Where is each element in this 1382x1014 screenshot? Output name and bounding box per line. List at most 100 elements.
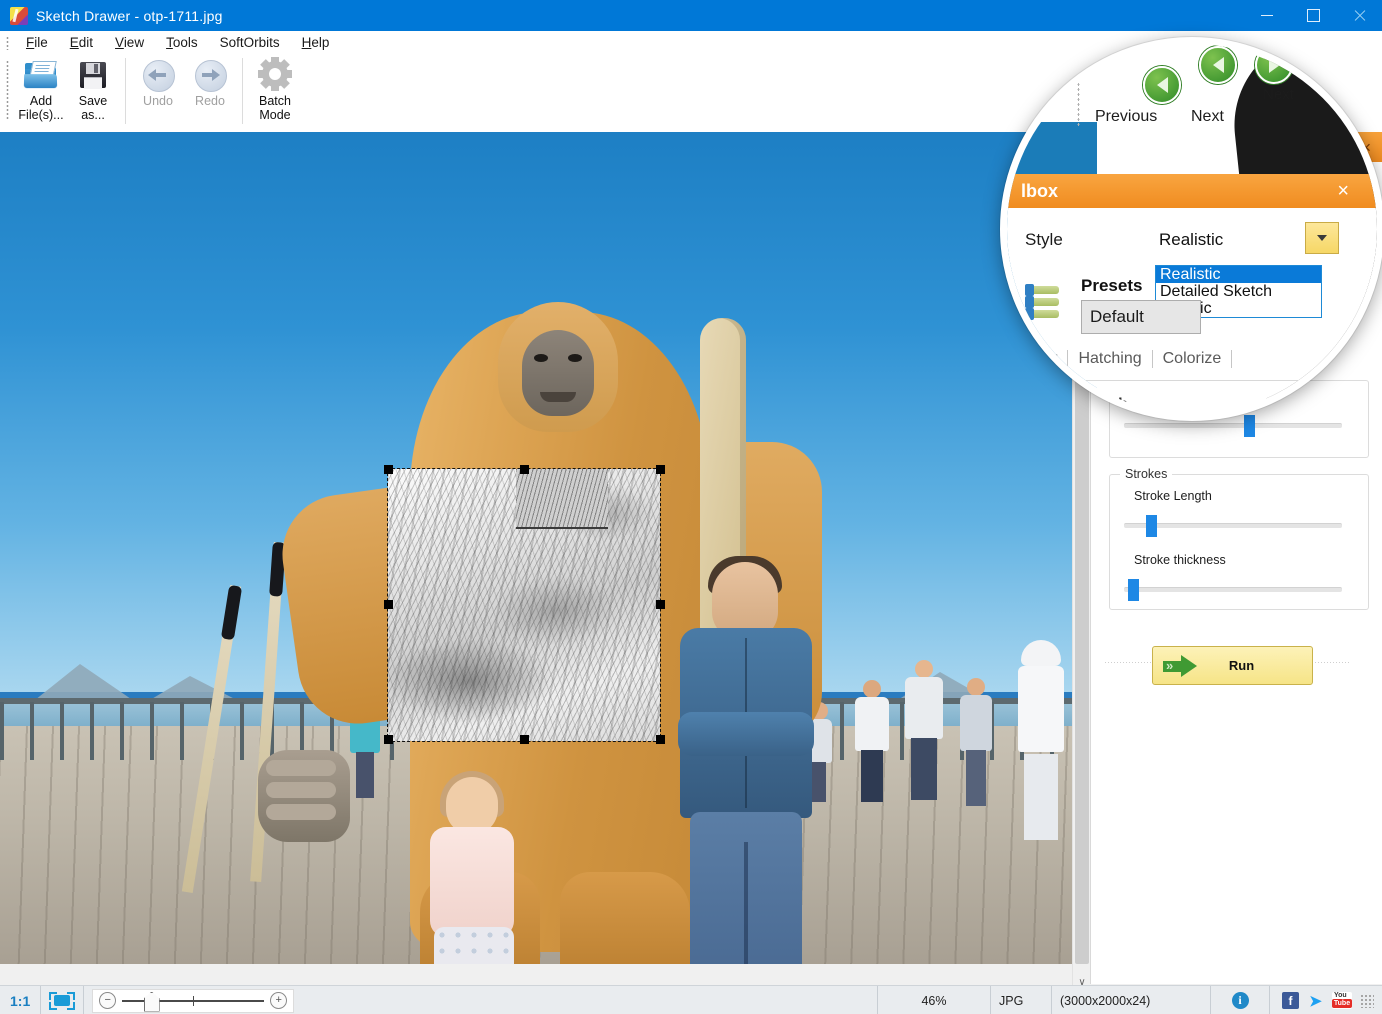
- girl-on-stump: [410, 777, 540, 964]
- zoom-percent-label: 46%: [878, 986, 991, 1014]
- presets-combobox[interactable]: Default: [1081, 300, 1201, 334]
- tab-contour[interactable]: ntour: [1011, 350, 1068, 368]
- zoom-slider-thumb[interactable]: [144, 992, 160, 1012]
- previous-button-icon-duplicate[interactable]: [1199, 46, 1237, 84]
- app-logo-icon: [10, 7, 28, 25]
- selection-handle-w[interactable]: [384, 600, 393, 609]
- selection-handle-ne[interactable]: [656, 465, 665, 474]
- tab-colorize[interactable]: Colorize: [1153, 350, 1233, 368]
- stroke-length-label: Stroke Length: [1134, 489, 1212, 503]
- selection-handle-s[interactable]: [520, 735, 529, 744]
- open-folder-icon: [24, 58, 58, 92]
- magnifier-toolbox-close-icon[interactable]: ×: [1337, 181, 1349, 201]
- style-combobox-value[interactable]: Realistic: [1159, 230, 1223, 250]
- intensity-slider[interactable]: [1124, 423, 1342, 428]
- style-option-detailed-sketch[interactable]: Detailed Sketch: [1156, 283, 1321, 300]
- nav-grip-handle[interactable]: [1077, 52, 1080, 128]
- add-files-label-line2: File(s)...: [18, 108, 63, 122]
- youtube-icon-bottom: Tube: [1332, 999, 1352, 1008]
- status-spacer: [302, 986, 878, 1014]
- image-dimensions-label: (3000x2000x24): [1052, 986, 1211, 1014]
- undo-button[interactable]: Undo: [132, 54, 184, 132]
- presets-sliders-icon: [1025, 286, 1065, 320]
- floppy-disk-icon: [76, 58, 110, 92]
- selection-handle-se[interactable]: [656, 735, 665, 744]
- zoom-slider-track[interactable]: [122, 1000, 264, 1002]
- undo-label: Undo: [128, 94, 188, 108]
- selection-handle-sw[interactable]: [384, 735, 393, 744]
- previous-button-icon[interactable]: [1143, 66, 1181, 104]
- style-option-realistic[interactable]: Realistic: [1156, 266, 1321, 283]
- zoom-in-button[interactable]: +: [270, 992, 287, 1009]
- zoom-slider[interactable]: − +: [92, 989, 294, 1013]
- next-label: Next: [1191, 108, 1224, 126]
- stroke-thickness-slider-thumb[interactable]: [1128, 579, 1139, 601]
- style-label: Style: [1025, 230, 1063, 250]
- maximize-button[interactable]: [1290, 0, 1336, 31]
- window-controls: [1244, 0, 1382, 31]
- application-window: Sketch Drawer - otp-1711.jpg File Edit V…: [0, 0, 1382, 1014]
- selection-handle-e[interactable]: [656, 600, 665, 609]
- add-files-button[interactable]: Add File(s)...: [15, 54, 67, 132]
- batch-mode-button[interactable]: Batch Mode: [249, 54, 301, 132]
- magnifier-bottom-divider: [1073, 380, 1353, 381]
- stroke-thickness-slider[interactable]: [1124, 587, 1342, 592]
- resize-grip[interactable]: [1360, 994, 1374, 1008]
- menu-item-softorbits[interactable]: SoftOrbits: [209, 33, 291, 52]
- redo-arrow-icon: [193, 58, 227, 92]
- close-button[interactable]: [1336, 0, 1382, 31]
- magnifier-content: Previous Next Next lbox × Style Realisti…: [1007, 44, 1377, 414]
- previous-label: Previous: [1095, 108, 1157, 126]
- zoom-slider-cell: − +: [84, 986, 302, 1014]
- menu-item-help[interactable]: Help: [291, 33, 341, 52]
- style-combobox-dropdown-button[interactable]: [1305, 222, 1339, 254]
- sketch-preview-selection[interactable]: [388, 469, 660, 741]
- save-as-label-line1: Save: [79, 94, 108, 108]
- info-icon: i: [1232, 992, 1249, 1009]
- undo-arrow-icon: [141, 58, 175, 92]
- toolbar-separator-2: [242, 58, 243, 124]
- youtube-icon[interactable]: You Tube: [1332, 992, 1352, 1009]
- zoom-out-button[interactable]: −: [99, 992, 116, 1009]
- toolbar-separator-1: [125, 58, 126, 124]
- menu-item-tools[interactable]: Tools: [155, 33, 209, 52]
- stroke-length-slider-thumb[interactable]: [1146, 515, 1157, 537]
- menu-item-view[interactable]: View: [104, 33, 155, 52]
- run-button[interactable]: » Run: [1152, 646, 1313, 685]
- stroke-thickness-label: Stroke thickness: [1134, 553, 1226, 567]
- next-label-duplicate: Next: [1263, 86, 1294, 103]
- stroke-length-slider[interactable]: [1124, 523, 1342, 528]
- crowd-person: [905, 660, 943, 800]
- save-as-button[interactable]: Save as...: [67, 54, 119, 132]
- next-button-icon[interactable]: [1255, 46, 1293, 84]
- image-canvas[interactable]: [0, 132, 1072, 964]
- toolbar-grip-handle[interactable]: [6, 60, 9, 120]
- green-arrow-icon: »: [1163, 655, 1197, 677]
- menu-grip-handle[interactable]: [6, 36, 9, 50]
- facebook-icon[interactable]: f: [1282, 992, 1299, 1009]
- minimize-button[interactable]: [1244, 0, 1290, 31]
- fit-to-screen-button[interactable]: [41, 986, 84, 1014]
- crowd-person: [855, 680, 889, 802]
- magnifier-toolbox-header: lbox ×: [1007, 174, 1377, 208]
- redo-button[interactable]: Redo: [184, 54, 236, 132]
- menu-item-file[interactable]: File: [15, 33, 59, 52]
- gorilla-hand: [258, 750, 350, 842]
- social-links: f ➤ You Tube: [1270, 986, 1382, 1014]
- intensity-slider-thumb[interactable]: [1244, 415, 1255, 437]
- tab-hatching[interactable]: Hatching: [1068, 350, 1152, 368]
- selection-handle-nw[interactable]: [384, 465, 393, 474]
- magnifier-navigation: Previous Next Next: [1077, 44, 1377, 144]
- chevron-down-icon: [1317, 235, 1327, 241]
- menu-item-edit[interactable]: Edit: [59, 33, 104, 52]
- title-bar: Sketch Drawer - otp-1711.jpg: [0, 0, 1382, 31]
- presets-label: Presets: [1081, 276, 1142, 296]
- selection-handle-n[interactable]: [520, 465, 529, 474]
- sketch-preview-bowtie: [516, 469, 608, 529]
- twitter-icon[interactable]: ➤: [1307, 992, 1324, 1009]
- strokes-group: Strokes Stroke Length Stroke thickness: [1109, 474, 1369, 610]
- save-as-label-line2: as...: [81, 108, 105, 122]
- zoom-1to1-button[interactable]: 1:1: [0, 986, 41, 1014]
- info-button[interactable]: i: [1211, 986, 1270, 1014]
- enable-checkbox-label[interactable]: Enable: [1051, 384, 1101, 402]
